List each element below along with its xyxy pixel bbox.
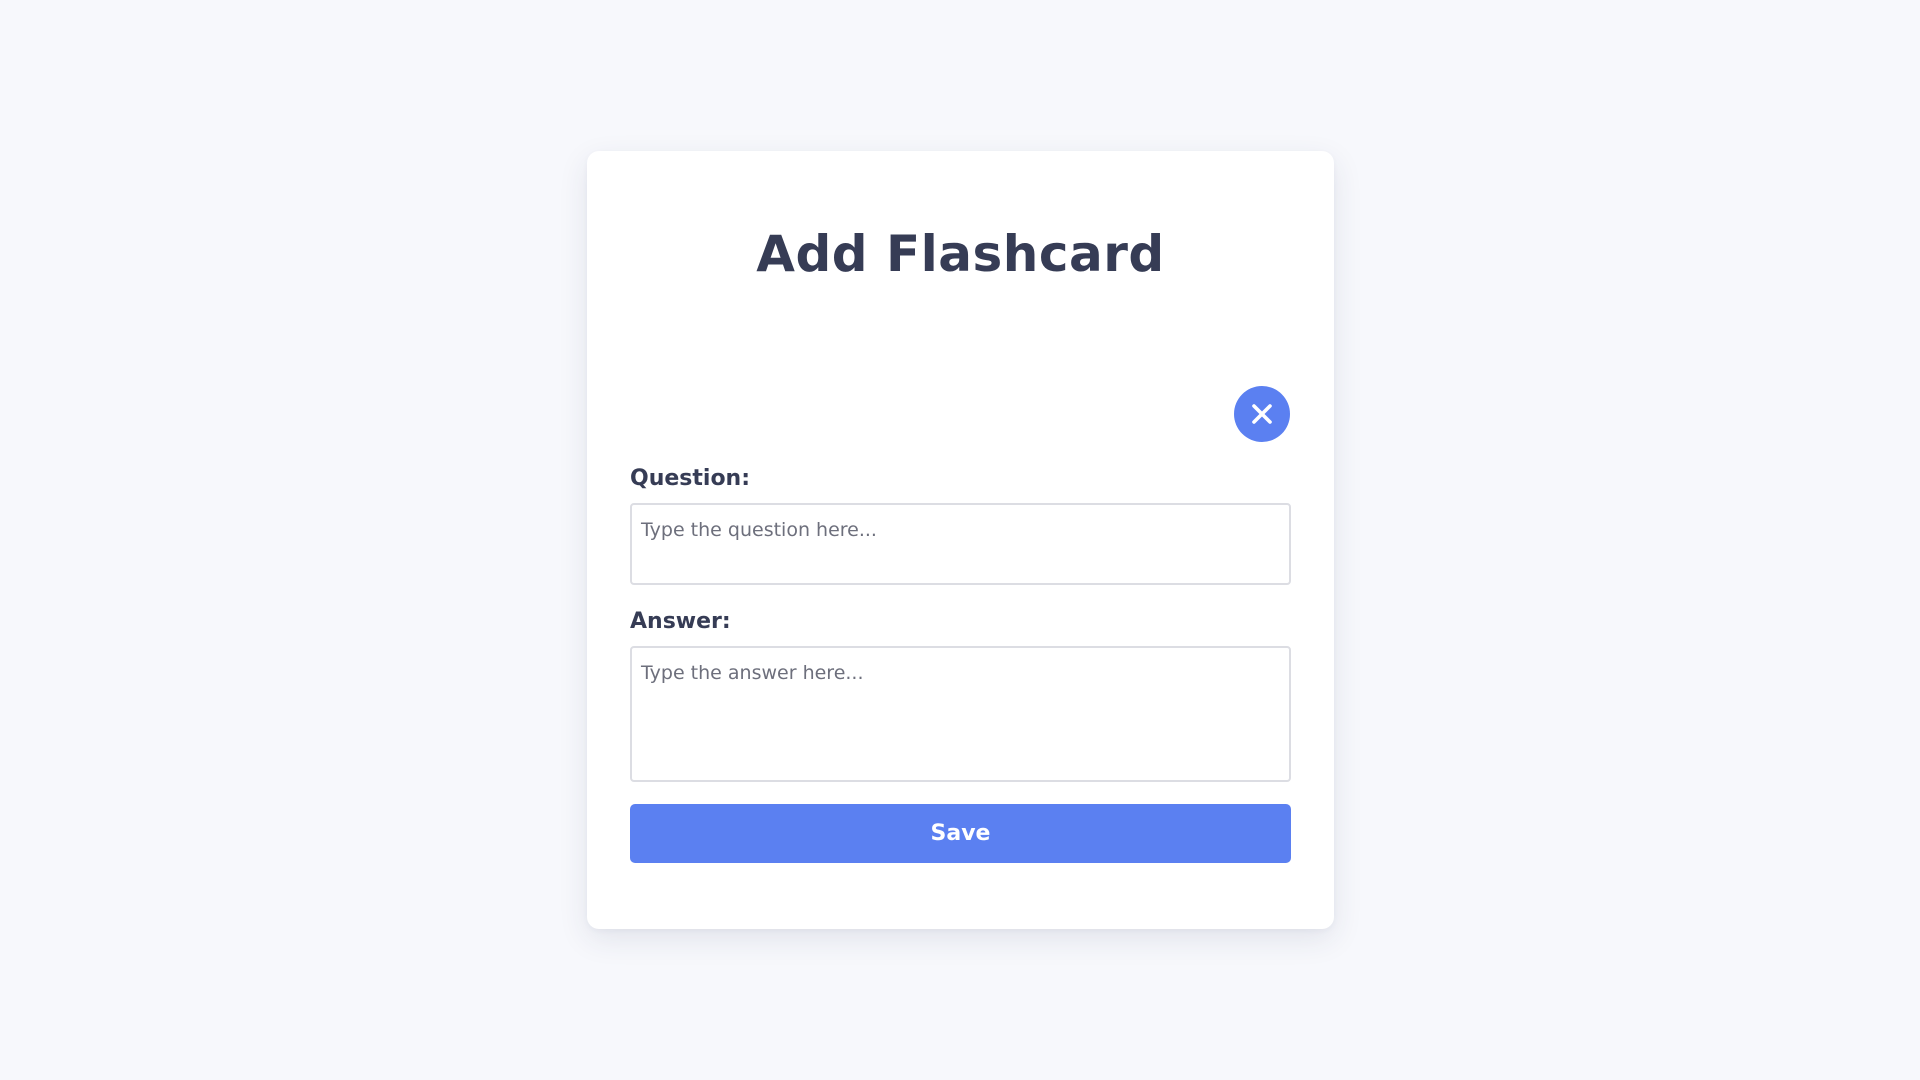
- answer-label: Answer:: [630, 609, 731, 634]
- close-icon: [1251, 403, 1273, 425]
- dialog-title: Add Flashcard: [756, 225, 1165, 283]
- save-button[interactable]: Save: [630, 804, 1291, 863]
- close-button[interactable]: [1234, 386, 1290, 442]
- answer-field[interactable]: [630, 646, 1291, 782]
- question-label: Question:: [630, 466, 751, 491]
- question-field[interactable]: [630, 503, 1291, 585]
- add-flashcard-dialog: Add Flashcard Question: Answer: Save: [587, 151, 1334, 929]
